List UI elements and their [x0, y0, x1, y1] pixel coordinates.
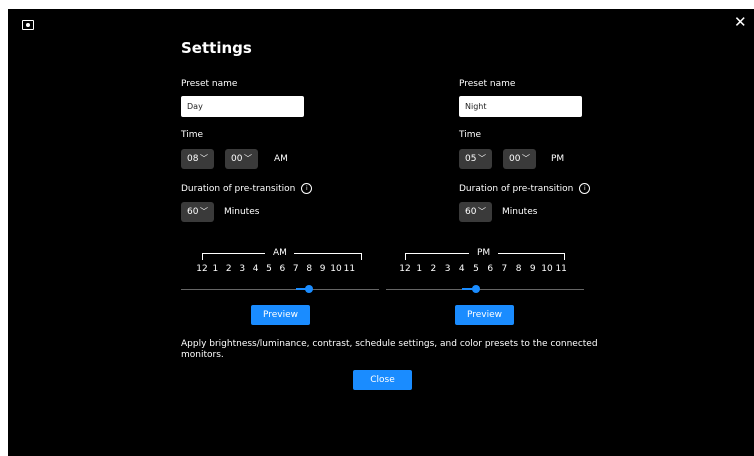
- night-duration-dropdown[interactable]: 60 ﹀: [459, 202, 492, 222]
- night-tick-12: 12: [399, 264, 411, 274]
- night-hour-dropdown[interactable]: 05 ﹀: [459, 149, 492, 169]
- day-slider-thumb[interactable]: [305, 285, 314, 293]
- day-preset-label: Preset name: [181, 79, 238, 89]
- night-minute-value: 00: [509, 154, 521, 164]
- night-tick-3: 3: [444, 264, 451, 274]
- night-preset-input[interactable]: Night: [459, 96, 582, 117]
- night-scale-label: PM: [477, 248, 491, 258]
- day-preset-input[interactable]: Day: [181, 96, 304, 117]
- day-period-label: AM: [274, 154, 288, 164]
- close-icon[interactable]: ✕: [734, 15, 747, 30]
- day-time-label: Time: [181, 130, 204, 140]
- night-period-label: PM: [551, 154, 565, 164]
- day-duration-label: Duration of pre-transition i: [181, 183, 313, 194]
- night-duration-text: Duration of pre-transition: [459, 184, 574, 194]
- day-duration-value: 60: [187, 207, 199, 217]
- chevron-down-icon: ﹀: [244, 154, 252, 163]
- night-tick-7: 7: [501, 264, 508, 274]
- day-minute-dropdown[interactable]: 00 ﹀: [225, 149, 258, 169]
- night-hour-value: 05: [465, 154, 477, 164]
- info-icon[interactable]: i: [579, 183, 591, 194]
- day-duration-text: Duration of pre-transition: [181, 184, 296, 194]
- close-button[interactable]: Close: [353, 370, 412, 390]
- night-slider-thumb[interactable]: [472, 285, 480, 293]
- night-tick-6: 6: [487, 264, 494, 274]
- description-text: Apply brightness/luminance, contrast, sc…: [181, 339, 598, 360]
- day-duration-unit: Minutes: [224, 207, 260, 217]
- chevron-down-icon: ﹀: [478, 207, 486, 216]
- night-time-label: Time: [459, 130, 482, 140]
- chevron-down-icon: ﹀: [522, 154, 530, 163]
- night-preset-label: Preset name: [459, 79, 516, 89]
- day-hour-value: 08: [187, 154, 199, 164]
- info-icon[interactable]: i: [301, 183, 313, 194]
- chevron-down-icon: ﹀: [200, 154, 208, 163]
- night-preview-button[interactable]: Preview: [455, 305, 514, 325]
- chevron-down-icon: ﹀: [478, 154, 486, 163]
- chevron-down-icon: ﹀: [200, 207, 208, 216]
- day-hour-dropdown[interactable]: 08 ﹀: [181, 149, 214, 169]
- night-minute-dropdown[interactable]: 00 ﹀: [503, 149, 536, 169]
- settings-window: ✕ Settings Preset name Day Time 08 ﹀ 00 ﹀ …: [8, 9, 754, 456]
- day-duration-dropdown[interactable]: 60 ﹀: [181, 202, 214, 222]
- day-preview-button[interactable]: Preview: [251, 305, 310, 325]
- day-scale-label: AM: [273, 248, 287, 258]
- night-tick-5: 5: [473, 264, 479, 274]
- day-slider-track[interactable]: [181, 289, 379, 290]
- night-tick-9: 9: [529, 264, 536, 274]
- night-slider-track[interactable]: [386, 289, 584, 290]
- night-tick-2: 2: [430, 264, 437, 274]
- night-tick-4: 4: [458, 264, 465, 274]
- night-duration-label: Duration of pre-transition i: [459, 183, 591, 194]
- night-duration-value: 60: [465, 207, 477, 217]
- night-duration-unit: Minutes: [502, 207, 538, 217]
- night-tick-10: 10: [541, 264, 553, 274]
- night-tick-8: 8: [515, 264, 522, 274]
- page-title: Settings: [181, 39, 252, 57]
- night-tick-11: 11: [555, 264, 567, 274]
- night-tick-labels: 12 1 2 3 4 5 6 7 8 9 10 11: [8, 264, 754, 276]
- night-tick-1: 1: [416, 264, 423, 274]
- app-icon: [22, 20, 34, 30]
- day-minute-value: 00: [231, 154, 243, 164]
